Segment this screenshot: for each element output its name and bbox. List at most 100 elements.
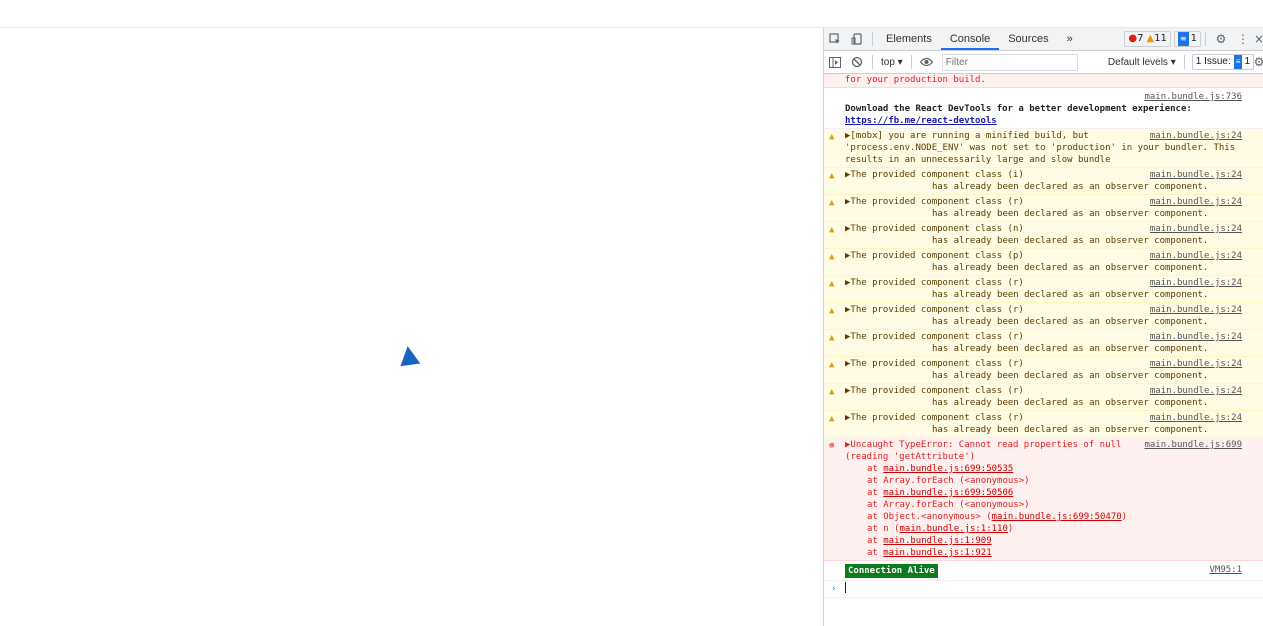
observer-warning[interactable]: ▲ main.bundle.js:24 ▶The provided componen… (824, 303, 1263, 330)
observer-warning[interactable]: ▲ main.bundle.js:24 ▶The provided componen… (824, 411, 1263, 438)
inspect-element-icon[interactable] (824, 28, 846, 50)
source-link[interactable]: main.bundle.js:24 (1150, 331, 1242, 343)
devtools-tab-bar: Elements Console Sources » ● 7 ▲ 11 ≡ 1 … (824, 28, 1263, 51)
warning-count: 11 (1154, 33, 1167, 44)
console-toolbar: top ▾ Default levels ▾ 1 Issue: ≡ 1 ⚙ (824, 51, 1263, 74)
console-warning[interactable]: ▲ main.bundle.js:24 ▶[mobx] you are runn… (824, 129, 1263, 168)
source-link[interactable]: main.bundle.js:24 (1150, 304, 1242, 316)
source-link[interactable]: main.bundle.js:24 (1150, 412, 1242, 424)
divider (1183, 55, 1185, 69)
sidebar-toggle-icon[interactable] (824, 51, 846, 73)
error-warning-counter[interactable]: ● 7 ▲ 11 (1124, 31, 1171, 47)
browser-top-bar (0, 0, 1263, 28)
frame-text: at n ( (867, 524, 900, 534)
warning-icon: ▲ (829, 225, 835, 235)
frame-link[interactable]: main.bundle.js:1:909 (883, 536, 991, 546)
divider (910, 55, 912, 69)
message-icon: ≡ (1177, 32, 1189, 46)
message-count: 1 (1190, 33, 1197, 44)
settings-gear-icon[interactable]: ⚙ (1210, 28, 1232, 50)
observer-warning[interactable]: ▲ main.bundle.js:24 ▶The provided componen… (824, 384, 1263, 411)
filter-input[interactable] (941, 53, 1078, 71)
source-link[interactable]: main.bundle.js:24 (1150, 250, 1242, 262)
warning-icon: ▲ (829, 171, 835, 181)
console-settings-icon[interactable]: ⚙ (1254, 51, 1263, 73)
warning-icon: ▲ (829, 252, 835, 262)
console-messages: for your production build. main.bundle.j… (824, 74, 1263, 626)
issues-button[interactable]: 1 Issue: ≡ 1 (1191, 54, 1254, 70)
warning-icon: ▲ (1146, 33, 1155, 44)
close-icon[interactable]: × (1254, 28, 1263, 50)
observer-warning[interactable]: ▲ main.bundle.js:24 ▶The provided componen… (824, 168, 1263, 195)
stack-frame: at Object.<anonymous> (main.bundle.js:69… (867, 511, 1242, 523)
observer-warning[interactable]: ▲ main.bundle.js:24 ▶The provided componen… (824, 276, 1263, 303)
log-levels-dropdown[interactable]: Default levels ▾ (1104, 57, 1180, 68)
devtools-link[interactable]: https://fb.me/react-devtools (845, 116, 997, 126)
observer-warning[interactable]: ▲ main.bundle.js:24 ▶The provided componen… (824, 222, 1263, 249)
frame-link[interactable]: main.bundle.js:1:110 (900, 524, 1008, 534)
frame-text: at Array.forEach (<anonymous>) (867, 476, 1030, 486)
stack-trace: at main.bundle.js:699:50535 at Array.forE… (845, 463, 1242, 559)
text-caret (845, 582, 846, 593)
clear-console-icon[interactable] (846, 51, 868, 73)
console-error[interactable]: ⊗ main.bundle.js:699 ▶Uncaught TypeError… (824, 438, 1263, 561)
context-selector[interactable]: top ▾ (877, 57, 907, 68)
warning-line: has already been declared as an observer… (932, 182, 1209, 192)
frame-link[interactable]: main.bundle.js:699:50506 (883, 488, 1013, 498)
console-prompt[interactable]: › (824, 581, 1263, 598)
warning-line: has already been declared as an observer… (932, 317, 1209, 327)
warning-icon: ▲ (829, 132, 835, 142)
source-link[interactable]: main.bundle.js:24 (1150, 277, 1242, 289)
warning-icon: ▲ (829, 279, 835, 289)
warning-line: has already been declared as an observer… (932, 236, 1209, 246)
frame-text: at (867, 548, 884, 558)
source-link[interactable]: main.bundle.js:24 (1150, 196, 1242, 208)
frame-text: at Object.<anonymous> ( (867, 512, 992, 522)
source-link[interactable]: main.bundle.js:24 (1150, 223, 1242, 235)
frame-link[interactable]: main.bundle.js:699:50470 (992, 512, 1122, 522)
divider (1205, 32, 1206, 46)
source-link[interactable]: main.bundle.js:24 (1150, 358, 1242, 370)
live-expression-eye-icon[interactable] (916, 51, 938, 73)
tab-elements[interactable]: Elements (877, 28, 941, 50)
stack-frame: at main.bundle.js:1:921 (867, 547, 1242, 559)
frame-link[interactable]: main.bundle.js:1:921 (883, 548, 991, 558)
source-link[interactable]: main.bundle.js:24 (1150, 385, 1242, 397)
more-tabs-button[interactable]: » (1058, 28, 1082, 50)
observer-warning-list: ▲ main.bundle.js:24 ▶The provided componen… (824, 168, 1263, 438)
device-toolbar-icon[interactable] (846, 28, 868, 50)
warning-icon: ▲ (829, 387, 835, 397)
stack-frame: at main.bundle.js:1:909 (867, 535, 1242, 547)
stack-frame: at Array.forEach (<anonymous>) (867, 499, 1242, 511)
source-link[interactable]: main.bundle.js:736 (1144, 92, 1242, 102)
message-text: Download the React DevTools for a better… (845, 104, 1192, 114)
messages-counter[interactable]: ≡ 1 (1173, 31, 1201, 47)
frame-text: at (867, 488, 884, 498)
devtools-panel: Elements Console Sources » ● 7 ▲ 11 ≡ 1 … (823, 28, 1263, 626)
observer-warning[interactable]: ▲ main.bundle.js:24 ▶The provided componen… (824, 195, 1263, 222)
console-message: for your production build. (824, 74, 1263, 88)
divider (872, 32, 873, 46)
tab-console[interactable]: Console (940, 28, 1000, 50)
source-link[interactable]: main.bundle.js:24 (1150, 130, 1242, 142)
warning-icon: ▲ (829, 198, 835, 208)
observer-warning[interactable]: ▲ main.bundle.js:24 ▶The provided componen… (824, 357, 1263, 384)
more-options-icon[interactable]: ⋮ (1232, 28, 1254, 50)
source-link[interactable]: main.bundle.js:24 (1150, 169, 1242, 181)
cursor-arrow-icon (397, 344, 421, 367)
source-link[interactable]: main.bundle.js:699 (1144, 439, 1242, 451)
observer-warning[interactable]: ▲ main.bundle.js:24 ▶The provided componen… (824, 249, 1263, 276)
stack-frame: at n (main.bundle.js:1:110) (867, 523, 1242, 535)
divider (872, 55, 873, 69)
frame-link[interactable]: main.bundle.js:699:50535 (883, 464, 1013, 474)
observer-warning[interactable]: ▲ main.bundle.js:24 ▶The provided componen… (824, 330, 1263, 357)
warning-icon: ▲ (829, 414, 835, 424)
error-icon: ● (1128, 33, 1138, 44)
frame-text: ) (1007, 524, 1014, 534)
source-link[interactable]: VM95:1 (1209, 564, 1242, 576)
console-message: main.bundle.js:736 Download the React De… (824, 88, 1263, 129)
warning-icon: ▲ (829, 306, 835, 316)
console-message: VM95:1 Connection Alive (824, 561, 1263, 581)
error-icon: ⊗ (829, 441, 835, 451)
tab-sources[interactable]: Sources (999, 28, 1057, 50)
